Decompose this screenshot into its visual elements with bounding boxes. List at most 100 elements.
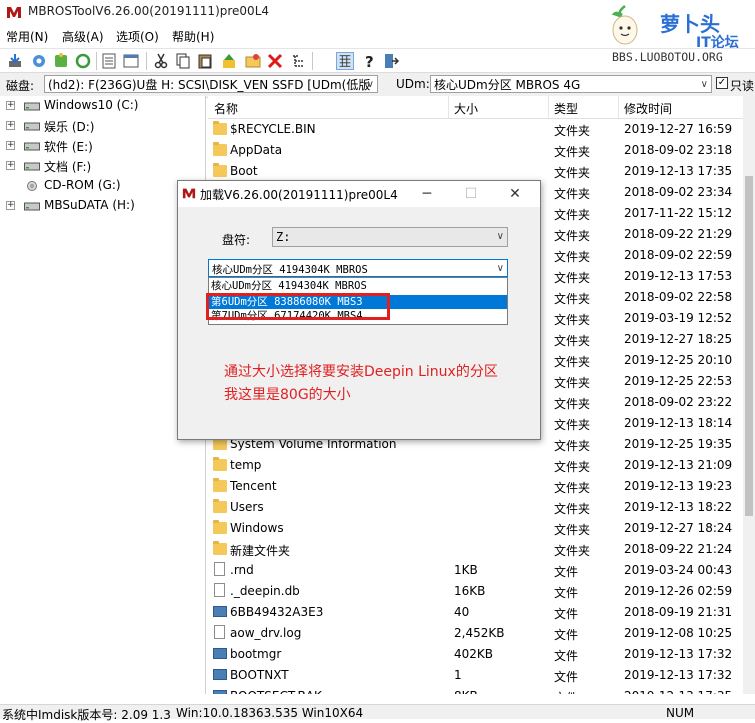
arrow-up-icon[interactable] [220, 52, 238, 70]
table-row[interactable]: AppData 文件夹 2018-09-02 23:18 [208, 140, 743, 161]
cell-name: 新建文件夹 [230, 544, 291, 558]
cell-size: 8KB [454, 689, 478, 694]
cell-type: 文件夹 [554, 145, 591, 159]
settings-gear-icon[interactable] [30, 52, 48, 70]
column-header-type[interactable]: 类型 [554, 100, 578, 117]
dialog-title: 加载V6.26.00(20191111)pre00L4 [200, 188, 398, 202]
refresh-icon[interactable] [74, 52, 92, 70]
tree-item-label: MBSuDATA (H:) [44, 198, 135, 212]
cell-type: 文件夹 [554, 544, 591, 558]
cell-modified: 2018-09-02 23:22 [624, 395, 733, 409]
cell-modified: 2019-12-27 18:25 [624, 332, 733, 346]
table-row[interactable]: aow_drv.log 2,452KB 文件 2019-12-08 10:25 [208, 623, 743, 644]
system-file-icon [213, 690, 227, 694]
menu-advanced[interactable]: 高级(A) [62, 28, 104, 45]
column-divider[interactable] [448, 96, 449, 118]
close-button[interactable]: ✕ [504, 184, 526, 204]
expand-icon[interactable]: + [6, 201, 15, 210]
cell-type: 文件夹 [554, 523, 591, 537]
cell-type: 文件 [554, 649, 579, 663]
copy-icon[interactable] [174, 52, 192, 70]
menu-help[interactable]: 帮助(H) [172, 28, 214, 45]
drive-tree: + Windows10 (C:) + 娱乐 (D:) + 软件 (E:) + 文档 (F:) C… [0, 96, 206, 694]
help-icon[interactable]: ? [360, 52, 378, 70]
expand-icon[interactable]: + [6, 141, 15, 150]
disk-select[interactable]: (hd2): F(236G)U盘 H: SCSI\DISK_VEN SSFD [… [44, 75, 378, 93]
drive-icon [24, 102, 40, 111]
cell-modified: 2019-12-13 18:14 [624, 416, 733, 430]
cut-icon[interactable] [152, 52, 170, 70]
expand-icon[interactable]: + [6, 121, 15, 130]
maximize-button[interactable]: ☐ [460, 184, 482, 204]
grid-view-icon[interactable] [336, 52, 354, 70]
drive-letter-select[interactable]: Z: ∨ [272, 227, 508, 247]
delete-x-icon[interactable] [266, 52, 284, 70]
paste-icon[interactable] [196, 52, 214, 70]
cell-modified: 2019-12-25 20:10 [624, 353, 733, 367]
menu-common[interactable]: 常用(N) [6, 28, 48, 45]
table-row[interactable]: Tencent 文件夹 2019-12-13 19:23 [208, 476, 743, 497]
menu-options[interactable]: 选项(O) [116, 28, 159, 45]
annotation-text-line1: 通过大小选择将要安装Deepin Linux的分区 [224, 364, 498, 380]
minimize-button[interactable]: ─ [416, 184, 438, 204]
column-header-name[interactable]: 名称 [214, 100, 238, 117]
cell-type: 文件夹 [554, 187, 591, 201]
expand-icon[interactable]: + [6, 101, 15, 110]
app-icon [182, 188, 196, 199]
table-row[interactable]: $RECYCLE.BIN 文件夹 2019-12-27 16:59 [208, 119, 743, 140]
folder-open-icon[interactable] [244, 52, 262, 70]
tree-item[interactable]: + Windows10 (C:) [0, 96, 205, 116]
table-row[interactable]: 新建文件夹 文件夹 2018-09-22 21:24 [208, 539, 743, 560]
table-row[interactable]: BOOTSECT.BAK 8KB 文件 2019-12-13 17:35 [208, 686, 743, 694]
udm-select[interactable]: 核心UDm分区 MBROS 4G ∨ [430, 75, 712, 93]
table-row[interactable]: temp 文件夹 2019-12-13 21:09 [208, 455, 743, 476]
table-row[interactable]: Windows 文件夹 2019-12-27 18:24 [208, 518, 743, 539]
table-row[interactable]: 6BB49432A3E3 40 文件 2018-09-19 21:31 [208, 602, 743, 623]
tree-item[interactable]: + 文档 (F:) [0, 156, 205, 176]
cell-type: 文件夹 [554, 292, 591, 306]
svg-text:?: ? [365, 53, 374, 70]
list-icon[interactable] [100, 52, 118, 70]
udm-label: UDm: [396, 77, 430, 91]
partition-select[interactable]: 核心UDm分区 4194304K MBROS ∨ [208, 259, 508, 277]
cell-type: 文件夹 [554, 397, 591, 411]
cell-name: $RECYCLE.BIN [230, 122, 316, 136]
column-divider[interactable] [618, 96, 619, 118]
system-file-icon [213, 669, 227, 680]
chevron-down-icon: ∨ [366, 79, 374, 90]
readonly-checkbox[interactable]: ✓ [716, 77, 728, 89]
table-row[interactable]: bootmgr 402KB 文件 2019-12-13 17:32 [208, 644, 743, 665]
exit-icon[interactable] [382, 52, 400, 70]
expand-icon[interactable]: + [6, 161, 15, 170]
tree-item[interactable]: CD-ROM (G:) [0, 176, 205, 196]
window-icon[interactable] [122, 52, 140, 70]
cell-modified: 2018-09-02 22:58 [624, 290, 733, 304]
cell-name: Tencent [230, 479, 277, 493]
tree-item[interactable]: + 软件 (E:) [0, 136, 205, 156]
cell-modified: 2019-12-13 17:32 [624, 647, 733, 661]
table-row[interactable]: Boot 文件夹 2019-12-13 17:35 [208, 161, 743, 182]
toolbar-separator [312, 52, 313, 70]
column-header-modified[interactable]: 修改时间 [624, 100, 672, 117]
column-header-size[interactable]: 大小 [454, 100, 478, 117]
table-row[interactable]: ._deepin.db 16KB 文件 2019-12-26 02:59 [208, 581, 743, 602]
tree-item[interactable]: + 娱乐 (D:) [0, 116, 205, 136]
tree-view-icon[interactable] [290, 52, 308, 70]
dialog-title-bar: 加载V6.26.00(20191111)pre00L4 ─ ☐ ✕ [178, 181, 540, 207]
folder-icon [213, 499, 227, 513]
install-icon[interactable] [6, 52, 24, 70]
cell-type: 文件夹 [554, 481, 591, 495]
disk-label: 磁盘: [6, 79, 35, 93]
scrollbar-thumb[interactable] [745, 176, 753, 516]
table-row[interactable]: BOOTNXT 1 文件 2019-12-13 17:32 [208, 665, 743, 686]
puzzle-icon[interactable] [52, 52, 70, 70]
partition-option[interactable]: 核心UDm分区 4194304K MBROS [209, 279, 507, 293]
column-divider[interactable] [548, 96, 549, 118]
table-row[interactable]: Users 文件夹 2019-12-13 18:22 [208, 497, 743, 518]
table-row[interactable]: .rnd 1KB 文件 2019-03-24 00:43 [208, 560, 743, 581]
cell-name: temp [230, 458, 262, 472]
app-icon [7, 7, 21, 18]
cell-modified: 2019-12-26 02:59 [624, 584, 733, 598]
tree-item[interactable]: + MBSuDATA (H:) [0, 196, 205, 216]
cell-modified: 2019-12-13 17:35 [624, 164, 733, 178]
